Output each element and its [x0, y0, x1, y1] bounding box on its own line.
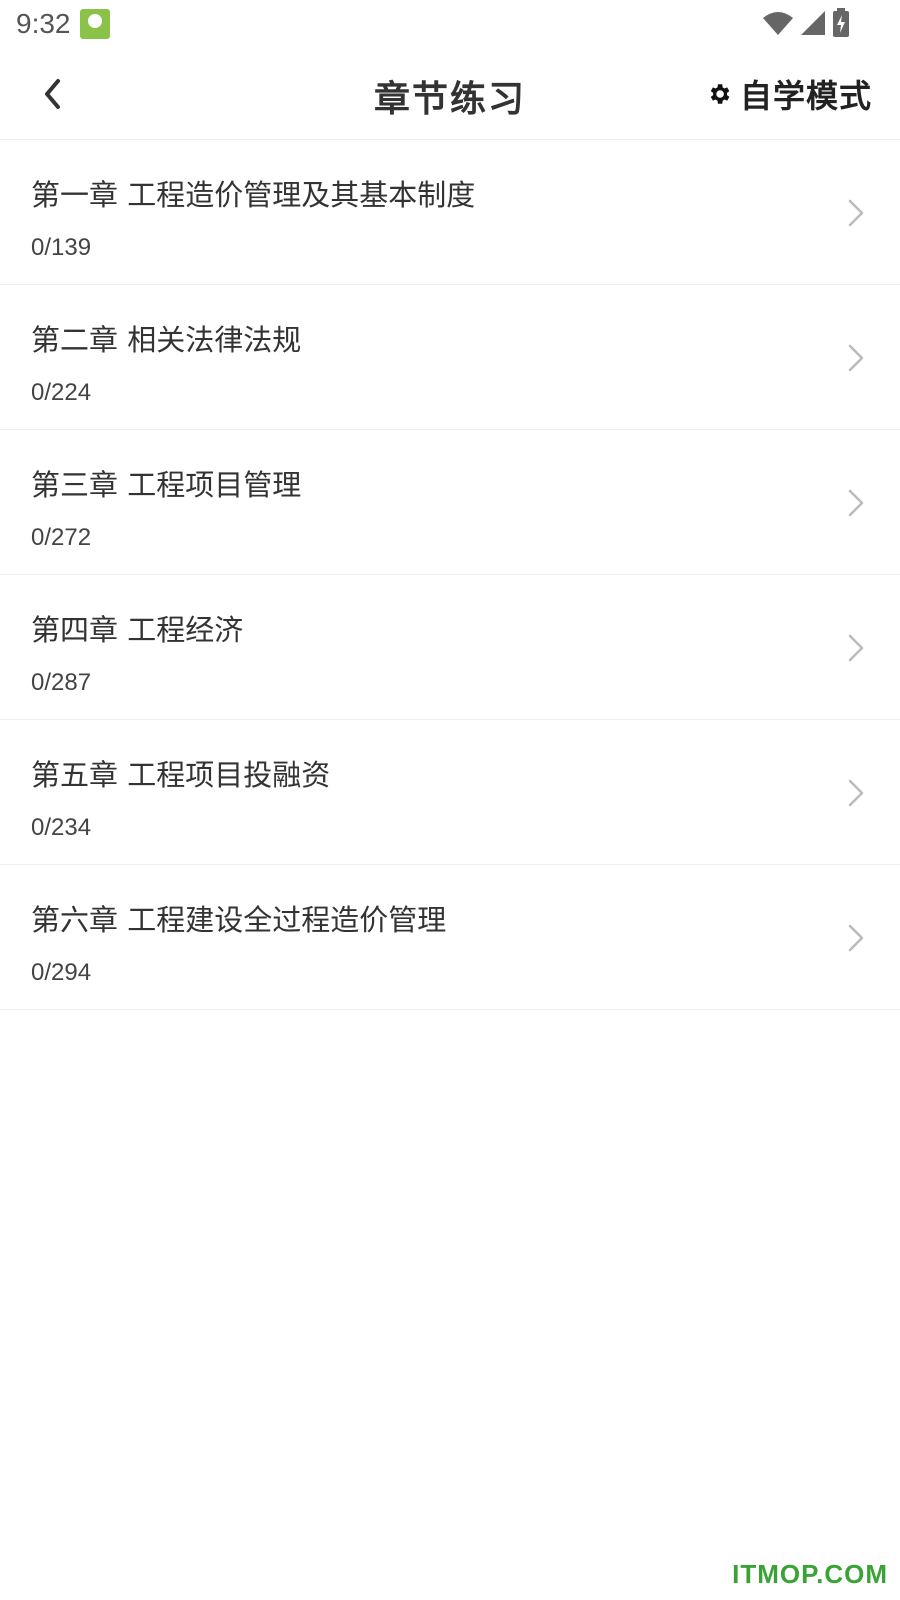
cell-signal-icon [801, 11, 825, 35]
chevron-right-icon [848, 199, 864, 227]
status-time: 9:32 [16, 8, 71, 39]
chapter-title: 第一章 工程造价管理及其基本制度 [31, 178, 476, 212]
chapter-item[interactable]: 第四章 工程经济 0/287 [0, 575, 900, 720]
app-header: 章节练习 自学模式 [0, 48, 900, 140]
chevron-right-icon [848, 344, 864, 372]
wifi-icon [763, 12, 793, 35]
chapter-title: 第二章 相关法律法规 [31, 323, 302, 357]
chapter-progress: 0/234 [31, 814, 92, 841]
chapter-item[interactable]: 第三章 工程项目管理 0/272 [0, 430, 900, 575]
study-mode-button[interactable]: 自学模式 [706, 72, 872, 116]
status-icons [762, 8, 850, 38]
chapter-progress: 0/224 [31, 379, 92, 406]
chapter-title: 第五章 工程项目投融资 [31, 758, 331, 792]
chapter-list: 第一章 工程造价管理及其基本制度 0/139 第二章 相关法律法规 0/224 … [0, 140, 900, 1010]
chevron-right-icon [848, 779, 864, 807]
chevron-right-icon [848, 489, 864, 517]
study-mode-label: 自学模式 [739, 77, 872, 115]
chapter-title: 第六章 工程建设全过程造价管理 [31, 903, 447, 937]
chevron-right-icon [848, 924, 864, 952]
chapter-progress: 0/139 [31, 234, 92, 261]
battery-charging-icon [833, 8, 849, 37]
gear-icon [710, 84, 730, 104]
watermark: ITMOP.COM [732, 1559, 888, 1589]
chapter-progress: 0/272 [31, 524, 92, 551]
app-notification-icon [80, 9, 110, 39]
chevron-right-icon [848, 634, 864, 662]
chapter-title: 第四章 工程经济 [31, 613, 244, 647]
status-bar: 9:32 [0, 0, 900, 48]
chapter-item[interactable]: 第二章 相关法律法规 0/224 [0, 285, 900, 430]
chapter-progress: 0/294 [31, 959, 92, 986]
chapter-item[interactable]: 第一章 工程造价管理及其基本制度 0/139 [0, 140, 900, 285]
chapter-item[interactable]: 第五章 工程项目投融资 0/234 [0, 720, 900, 865]
chapter-title: 第三章 工程项目管理 [31, 468, 302, 502]
chapter-item[interactable]: 第六章 工程建设全过程造价管理 0/294 [0, 865, 900, 1010]
chapter-progress: 0/287 [31, 669, 92, 696]
